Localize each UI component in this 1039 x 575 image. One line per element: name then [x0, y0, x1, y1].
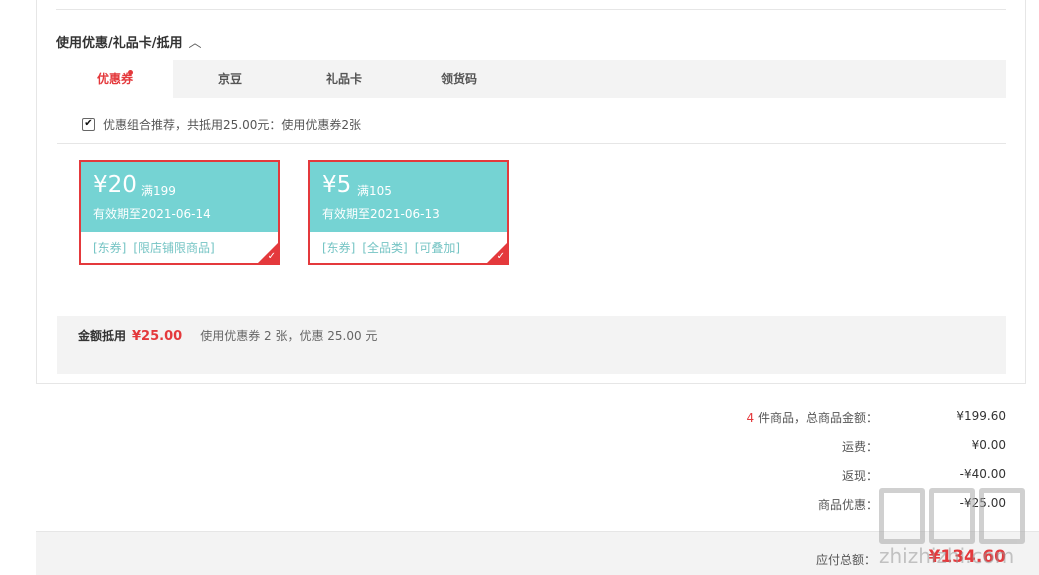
discount-value: -¥25.00 — [959, 496, 1006, 510]
tab-label: 礼品卡 — [325, 72, 362, 86]
check-icon: ✓ — [267, 251, 276, 262]
cashback-label: 返现： — [841, 469, 878, 483]
coupon-tag: [限店铺限商品] — [133, 241, 215, 255]
goods-total-value: ¥199.60 — [956, 409, 1006, 423]
check-icon: ✓ — [496, 251, 505, 262]
cashback-value: -¥40.00 — [959, 467, 1006, 481]
coupon-header: ¥5 满105 有效期至2021-06-13 — [310, 162, 507, 232]
payable-bar — [36, 531, 1039, 575]
discount-row: 商品优惠： -¥25.00 — [700, 496, 1006, 516]
divider — [57, 143, 1006, 144]
divider — [56, 9, 1006, 10]
coupon-condition: 满105 — [357, 184, 392, 198]
tab-gift-card[interactable]: 礼品卡 — [287, 60, 401, 98]
summary-label: 金额抵用 — [78, 329, 127, 343]
coupon-card[interactable]: ¥20 满199 有效期至2021-06-14 [东券] [限店铺限商品] ✓ — [79, 160, 280, 265]
tab-coupons[interactable]: 优惠券 — [57, 60, 173, 98]
chevron-up-icon[interactable]: ︿ — [189, 36, 202, 51]
coupon-tag: [东券] — [93, 241, 127, 255]
section-title-text: 使用优惠/礼品卡/抵用 — [56, 36, 183, 51]
tab-label: 领货码 — [440, 72, 477, 86]
goods-total-row: 4 件商品，总商品金额： ¥199.60 — [700, 409, 1006, 429]
coupon-condition: 满199 — [141, 184, 176, 198]
tab-label: 京豆 — [217, 72, 242, 86]
payable-label: 应付总额： — [815, 553, 876, 567]
shipping-value: ¥0.00 — [971, 438, 1006, 452]
coupon-tag: [全品类] — [362, 241, 408, 255]
summary-bar — [57, 316, 1006, 374]
combo-checkbox[interactable]: ✔ — [82, 117, 95, 131]
tab-jingdou[interactable]: 京豆 — [173, 60, 287, 98]
cashback-row: 返现： -¥40.00 — [700, 467, 1006, 487]
tab-bar: 优惠券 京豆 礼品卡 领货码 — [57, 60, 1006, 98]
coupon-header: ¥20 满199 有效期至2021-06-14 — [81, 162, 278, 232]
goods-label-text: 件商品，总商品金额： — [754, 411, 878, 425]
shipping-label: 运费： — [841, 440, 878, 454]
payable-total: ¥134.60 — [928, 547, 1006, 567]
discount-summary: 金额抵用 ¥25.00 使用优惠券 2 张，优惠 25.00 元 — [78, 327, 377, 344]
coupon-tag: [东券] — [322, 241, 356, 255]
goods-total-label: 4 件商品，总商品金额： — [747, 409, 878, 426]
notification-dot-icon — [128, 70, 133, 75]
shipping-row: 运费： ¥0.00 — [700, 438, 1006, 458]
coupon-validity: 有效期至2021-06-13 — [322, 207, 440, 221]
coupon-card[interactable]: ¥5 满105 有效期至2021-06-13 [东券] [全品类] [可叠加] ✓ — [308, 160, 509, 265]
discount-label: 商品优惠： — [817, 498, 878, 512]
coupon-tag: [可叠加] — [414, 241, 461, 255]
section-title[interactable]: 使用优惠/礼品卡/抵用 ︿ — [56, 32, 202, 51]
summary-text: 使用优惠券 2 张，优惠 25.00 元 — [200, 329, 378, 343]
coupon-validity: 有效期至2021-06-14 — [93, 207, 211, 221]
coupon-tags: [东券] [限店铺限商品] — [93, 239, 222, 256]
coupon-amount: ¥20 — [93, 172, 137, 198]
combo-text: 优惠组合推荐，共抵用25.00元：使用优惠券2张 — [103, 117, 361, 132]
summary-amount: ¥25.00 — [132, 329, 183, 344]
coupon-tags: [东券] [全品类] [可叠加] — [322, 239, 467, 256]
tab-redeem-code[interactable]: 领货码 — [401, 60, 517, 98]
combo-recommendation[interactable]: ✔ 优惠组合推荐，共抵用25.00元：使用优惠券2张 — [82, 115, 361, 133]
coupon-amount: ¥5 — [322, 172, 352, 198]
